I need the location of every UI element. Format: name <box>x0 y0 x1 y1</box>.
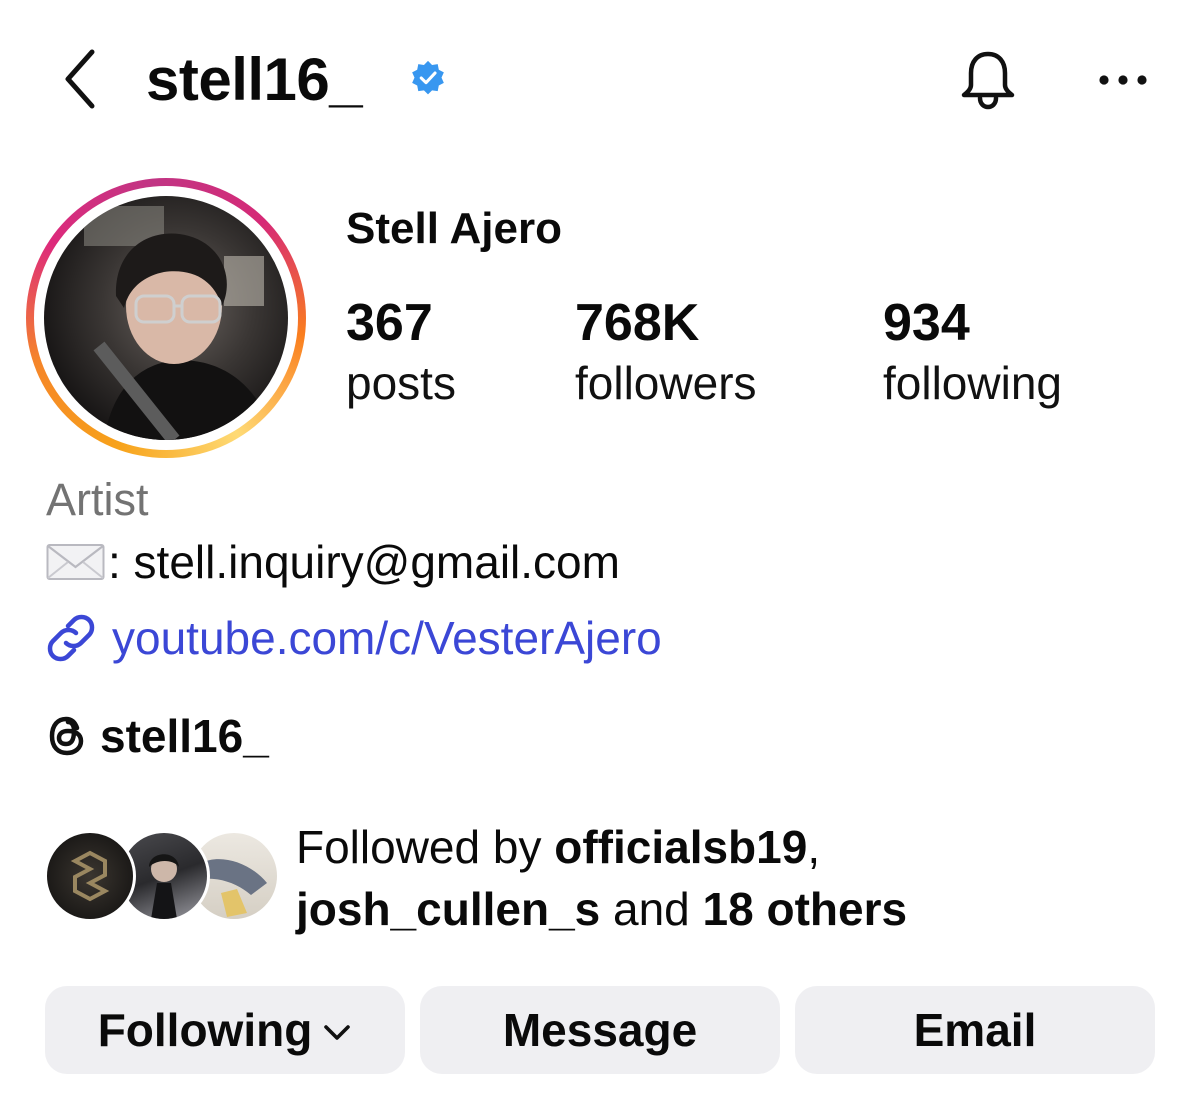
envelope-icon <box>46 544 105 580</box>
threads-icon <box>49 716 84 756</box>
profile-username: stell16_ <box>146 46 363 113</box>
followed-by-connector: and <box>600 883 703 935</box>
notifications-button[interactable] <box>952 44 1024 116</box>
verified-badge-icon <box>412 60 444 95</box>
bio-link-text: youtube.com/c/VesterAjero <box>112 612 662 664</box>
threads-badge[interactable]: stell16_ <box>46 708 269 764</box>
chevron-left-icon <box>65 49 95 109</box>
bio-link[interactable]: youtube.com/c/VesterAjero <box>46 610 662 666</box>
followers-count: 768K <box>575 294 700 352</box>
followed-by-text[interactable]: Followed by officialsb19, josh_cullen_s … <box>296 816 907 940</box>
posts-count: 367 <box>346 294 433 352</box>
posts-label: posts <box>346 357 456 409</box>
message-button[interactable]: Message <box>420 986 780 1074</box>
mutual-follower-1: officialsb19 <box>554 821 808 873</box>
link-icon <box>47 614 95 662</box>
back-button[interactable] <box>52 46 108 112</box>
following-button[interactable]: Following <box>45 986 405 1074</box>
email-button[interactable]: Email <box>795 986 1155 1074</box>
mutual-followers-others: 18 others <box>702 883 908 935</box>
posts-stat[interactable]: 367 posts <box>346 292 456 412</box>
bell-icon <box>961 51 1015 110</box>
profile-category: Artist <box>46 474 149 525</box>
email-button-label: Email <box>913 1004 1037 1056</box>
profile-avatar-story-ring[interactable] <box>26 178 306 458</box>
following-stat[interactable]: 934 following <box>883 292 1062 412</box>
chevron-down-icon <box>324 1025 351 1040</box>
bio-email-text: : stell.inquiry@gmail.com <box>108 536 620 588</box>
profile-full-name: Stell Ajero <box>346 204 562 253</box>
following-button-label: Following <box>97 1004 313 1056</box>
following-label: following <box>883 357 1062 409</box>
follower-avatar-1[interactable] <box>44 830 136 922</box>
more-options-button[interactable] <box>1092 54 1154 106</box>
more-horizontal-icon <box>1099 75 1147 85</box>
mutual-follower-2: josh_cullen_s <box>296 883 601 935</box>
threads-handle: stell16_ <box>100 710 269 762</box>
profile-photo <box>44 196 288 440</box>
following-count: 934 <box>883 294 970 352</box>
message-button-label: Message <box>502 1004 698 1056</box>
followers-label: followers <box>575 357 757 409</box>
followed-by-comma: , <box>807 821 821 873</box>
followed-by-prefix: Followed by <box>296 821 555 873</box>
bio-email-line: : stell.inquiry@gmail.com <box>46 534 620 590</box>
followers-stat[interactable]: 768K followers <box>575 292 757 412</box>
